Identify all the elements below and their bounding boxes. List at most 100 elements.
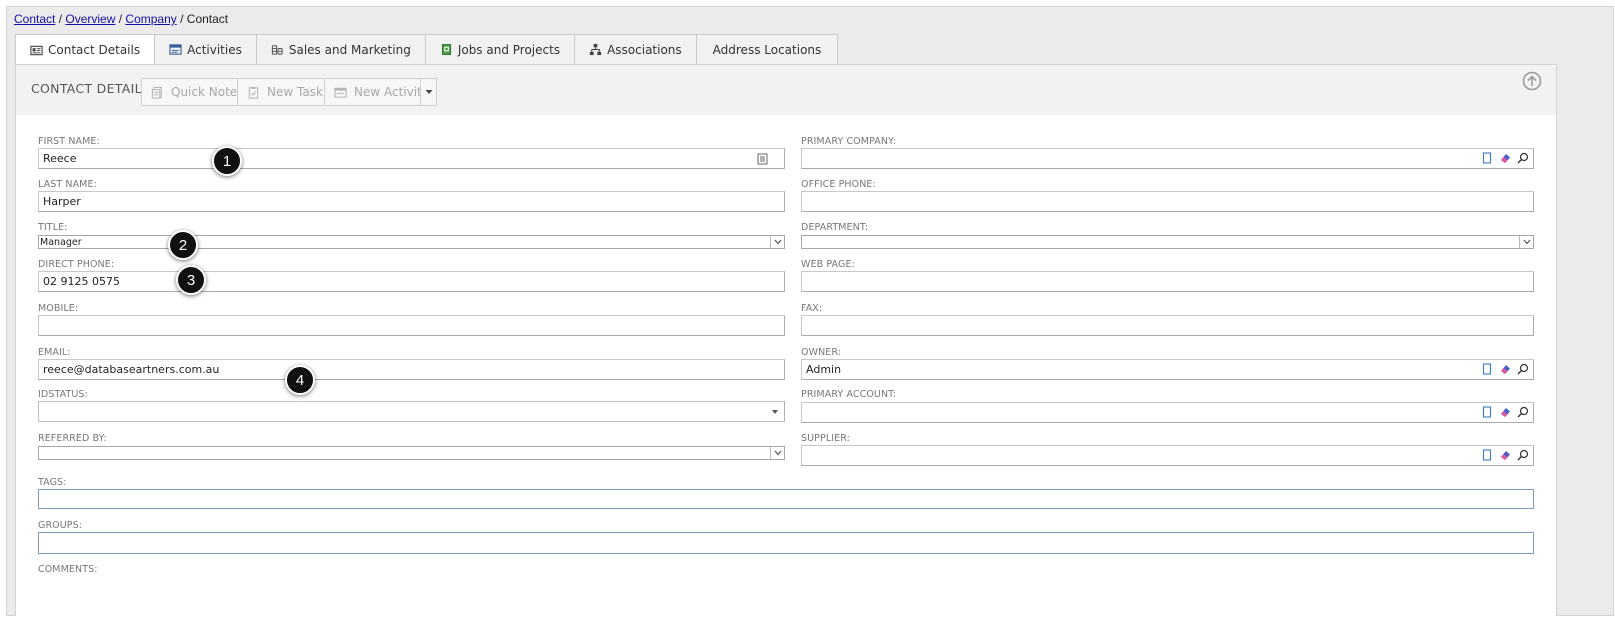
copy-icon[interactable] <box>1481 449 1493 461</box>
supplier-input[interactable] <box>801 445 1534 466</box>
contact-card-icon[interactable] <box>757 153 768 165</box>
eraser-icon[interactable] <box>1499 152 1511 164</box>
tab-address-locations[interactable]: Address Locations <box>696 34 839 65</box>
email-value: reece@databaseartners.com.au <box>43 363 220 376</box>
tab-label: Address Locations <box>712 42 822 57</box>
eraser-icon[interactable] <box>1499 363 1511 375</box>
first-name-label: FIRST NAME: <box>38 136 100 147</box>
breadcrumb: Contact / Overview / Company / Contact <box>14 12 228 26</box>
title-label: TITLE: <box>38 222 68 233</box>
copy-icon[interactable] <box>1481 363 1493 375</box>
tags-label: TAGS: <box>38 477 67 488</box>
lookup-actions <box>1481 363 1529 375</box>
activity-icon <box>334 87 347 98</box>
dropdown-arrow[interactable] <box>1519 236 1533 248</box>
primary-company-label: PRIMARY COMPANY: <box>801 136 897 147</box>
first-name-input[interactable]: Reece <box>38 148 785 169</box>
new-activity-label: New Activity <box>354 85 429 99</box>
chevron-down-icon <box>774 239 781 245</box>
tab-label: Contact Details <box>48 43 141 57</box>
last-name-input[interactable]: Harper <box>38 191 785 212</box>
task-icon <box>248 86 259 99</box>
breadcrumb-current: Contact <box>186 12 229 26</box>
tab-associations[interactable]: Associations <box>575 34 697 65</box>
web-page-input[interactable] <box>801 271 1534 292</box>
fax-label: FAX: <box>801 303 823 314</box>
eraser-icon[interactable] <box>1499 406 1511 418</box>
search-icon[interactable] <box>1517 363 1529 375</box>
dropdown-arrow[interactable] <box>770 236 784 248</box>
owner-value: Admin <box>806 363 842 376</box>
lookup-actions <box>1481 152 1529 164</box>
title-select[interactable]: Manager <box>38 235 785 249</box>
lookup-actions <box>1481 406 1529 418</box>
referred-by-label: REFERRED BY: <box>38 433 107 444</box>
owner-input[interactable]: Admin <box>801 359 1534 380</box>
tab-label: Associations <box>607 42 682 57</box>
last-name-value: Harper <box>43 195 81 208</box>
id-card-icon <box>30 45 43 55</box>
details-toolbar: CONTACT DETAILS Quick Note New Task New … <box>16 65 1556 115</box>
first-name-value: Reece <box>43 152 77 165</box>
fax-input[interactable] <box>801 315 1534 336</box>
web-page-label: WEB PAGE: <box>801 259 855 270</box>
office-phone-input[interactable] <box>801 191 1534 212</box>
eraser-icon[interactable] <box>1499 449 1511 461</box>
breadcrumb-contact-link[interactable]: Contact <box>14 12 55 26</box>
owner-label: OWNER: <box>801 347 842 358</box>
hierarchy-icon <box>590 43 602 56</box>
groups-input[interactable] <box>38 532 1534 554</box>
comments-label: COMMENTS: <box>38 564 98 575</box>
tab-sales-and-marketing[interactable]: Sales and Marketing <box>256 34 426 65</box>
tags-input[interactable] <box>38 489 1534 509</box>
department-label: DEPARTMENT: <box>801 222 869 233</box>
direct-phone-input[interactable]: 02 9125 0575 <box>38 271 785 292</box>
callout-badge: 3 <box>176 265 206 295</box>
tab-activities[interactable]: Activities <box>155 34 257 65</box>
project-icon <box>441 44 451 55</box>
mobile-input[interactable] <box>38 315 785 336</box>
tab-contact-details[interactable]: Contact Details <box>15 34 156 66</box>
department-select[interactable] <box>801 235 1534 249</box>
idstatus-select[interactable] <box>38 401 785 422</box>
idstatus-label: IDSTATUS: <box>38 389 88 400</box>
copy-icon[interactable] <box>1481 406 1493 418</box>
breadcrumb-company-link[interactable]: Company <box>125 12 176 26</box>
calendar-icon <box>169 44 182 55</box>
tab-jobs-and-projects[interactable]: Jobs and Projects <box>425 34 576 65</box>
contact-details-panel: CONTACT DETAILS Quick Note New Task New … <box>15 64 1557 616</box>
caret-down-icon[interactable] <box>772 410 778 414</box>
search-icon[interactable] <box>1517 406 1529 418</box>
scroll-up-icon[interactable] <box>1522 71 1542 91</box>
referred-by-select[interactable] <box>38 446 785 460</box>
section-title: CONTACT DETAILS <box>31 81 151 96</box>
primary-company-input[interactable] <box>801 148 1534 169</box>
quick-note-label: Quick Note <box>171 85 238 99</box>
last-name-label: LAST NAME: <box>38 179 97 190</box>
chevron-down-icon <box>1523 239 1530 245</box>
callout-badge: 4 <box>285 365 315 395</box>
breadcrumb-overview-link[interactable]: Overview <box>65 12 115 26</box>
search-icon[interactable] <box>1517 449 1529 461</box>
copy-icon[interactable] <box>1481 152 1493 164</box>
title-value: Manager <box>40 236 82 248</box>
new-task-button[interactable]: New Task <box>237 78 333 106</box>
office-phone-label: OFFICE PHONE: <box>801 179 876 190</box>
primary-account-input[interactable] <box>801 402 1534 423</box>
supplier-label: SUPPLIER: <box>801 433 850 444</box>
new-activity-dropdown-button[interactable] <box>420 78 437 106</box>
chevron-down-icon <box>774 450 781 456</box>
email-label: EMAIL: <box>38 347 71 358</box>
primary-account-label: PRIMARY ACCOUNT: <box>801 389 897 400</box>
quick-note-button[interactable]: Quick Note <box>141 78 248 106</box>
email-input[interactable]: reece@databaseartners.com.au <box>38 359 785 380</box>
lookup-actions <box>1481 449 1529 461</box>
caret-down-icon <box>425 90 432 94</box>
tab-bar: Contact Details Activities Sales and Mar… <box>15 34 839 66</box>
tab-label: Activities <box>187 42 242 57</box>
search-icon[interactable] <box>1517 152 1529 164</box>
dropdown-arrow[interactable] <box>770 447 784 459</box>
direct-phone-label: DIRECT PHONE: <box>38 259 115 270</box>
tab-label: Sales and Marketing <box>288 42 411 57</box>
callout-badge: 1 <box>212 146 242 176</box>
